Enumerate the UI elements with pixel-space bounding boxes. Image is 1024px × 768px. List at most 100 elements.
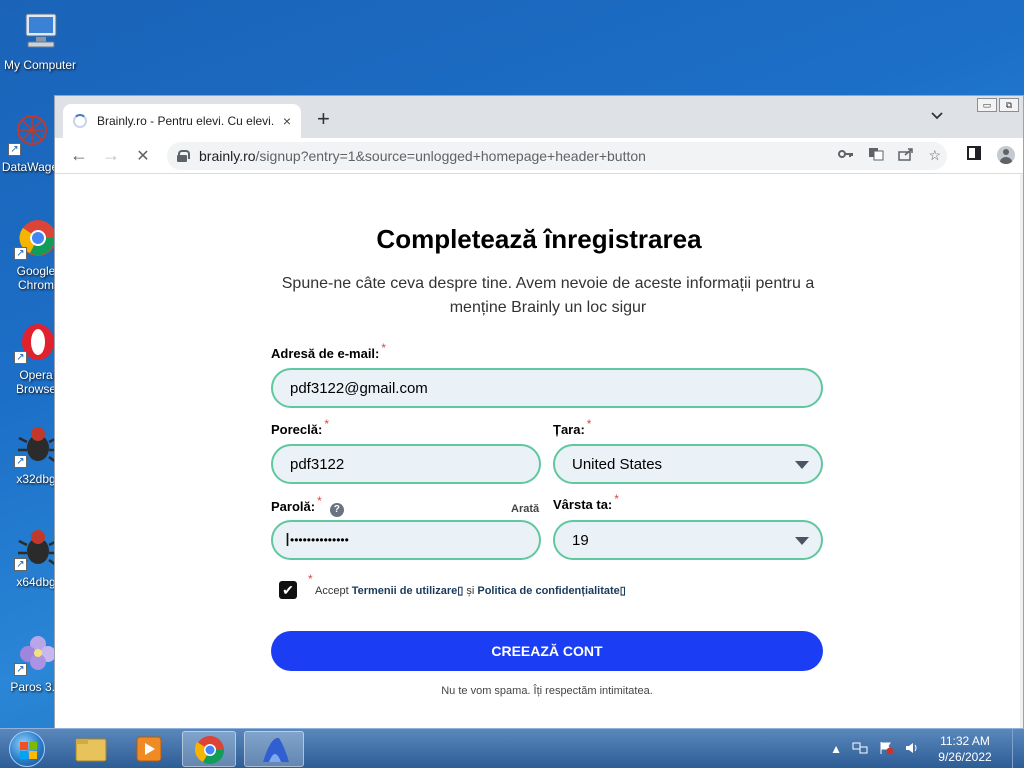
email-field[interactable]: pdf3122@gmail.com: [271, 368, 823, 408]
taskbar-chrome[interactable]: [182, 731, 236, 767]
volume-icon[interactable]: [904, 741, 920, 758]
shortcut-arrow-icon: ↗: [14, 558, 27, 571]
required-mark: *: [381, 341, 387, 355]
desktop-icon-label: DataWage: [1, 160, 59, 174]
age-select[interactable]: 19: [553, 520, 823, 560]
shortcut-arrow-icon: ↗: [14, 455, 27, 468]
help-question-icon[interactable]: ?: [329, 503, 344, 517]
chrome-icon: ↗: [14, 216, 58, 260]
bug-icon: ↗: [14, 424, 58, 468]
address-bar-actions: ☆: [838, 147, 941, 164]
url-host: brainly.ro: [199, 148, 256, 164]
opera-icon: ↗: [14, 320, 58, 364]
profile-avatar-icon[interactable]: [997, 146, 1015, 164]
datawage-icon: ↗: [8, 112, 52, 156]
shortcut-arrow-icon: ↗: [8, 143, 21, 156]
computer-icon: [18, 10, 62, 54]
terms-of-use-link[interactable]: Termenii de utilizare: [352, 585, 458, 597]
address-bar[interactable]: brainly.ro/signup?entry=1&source=unlogge…: [167, 142, 947, 170]
window-controls: ▭ ⧉: [977, 98, 1019, 112]
forward-arrow-icon[interactable]: →: [95, 145, 127, 166]
scrollbar[interactable]: [1020, 174, 1023, 728]
nickname-field[interactable]: pdf3122: [271, 444, 541, 484]
password-label: Parolă: *?: [271, 494, 344, 517]
tab-brainly[interactable]: Brainly.ro - Pentru elevi. Cu elevi. ×: [63, 104, 301, 138]
clock[interactable]: 11:32 AM 9/26/2022: [930, 733, 1000, 765]
minimize-button[interactable]: ▭: [977, 98, 997, 112]
show-password-link[interactable]: Arată: [511, 503, 539, 515]
app-icon: [263, 737, 289, 762]
back-arrow-icon[interactable]: ←: [63, 145, 95, 166]
folder-icon: [75, 738, 107, 762]
country-select[interactable]: United States: [553, 444, 823, 484]
required-mark: *: [317, 494, 322, 508]
taskbar-file-explorer[interactable]: [64, 731, 118, 767]
terms-text: Accept Termenii de utilizare ▯ și Politic…: [315, 584, 626, 597]
country-label-text: Țara:: [553, 422, 585, 437]
tab-title: Brainly.ro - Pentru elevi. Cu elevi.: [97, 114, 275, 128]
age-value: 19: [572, 531, 589, 549]
privacy-note: Nu te vom spama. Îți respectăm intimitat…: [441, 685, 653, 697]
shortcut-arrow-icon: ↗: [14, 663, 27, 676]
age-label: Vârsta ta: *: [553, 492, 619, 512]
text-cursor-icon: I: [285, 530, 291, 550]
nickname-value: pdf3122: [290, 455, 345, 473]
required-mark: *: [308, 572, 313, 586]
password-label-text: Parolă:: [271, 499, 316, 514]
country-label: Țara: *: [553, 417, 591, 437]
dropdown-arrow-icon: [795, 461, 809, 469]
flower-icon: ↗: [14, 632, 58, 676]
bookmark-star-icon[interactable]: ☆: [928, 147, 941, 164]
url-path: /signup?entry=1&source=unlogged+homepage…: [255, 148, 646, 164]
tab-strip: Brainly.ro - Pentru elevi. Cu elevi. × +…: [55, 96, 1023, 138]
start-button[interactable]: [4, 730, 50, 768]
stop-loading-icon[interactable]: ✕: [127, 146, 159, 166]
email-label-text: Adresă de e-mail:: [271, 346, 380, 361]
tab-close-icon[interactable]: ×: [283, 113, 291, 129]
required-mark: *: [324, 417, 329, 431]
translate-icon[interactable]: [868, 147, 884, 164]
tab-search-chevron-icon[interactable]: [931, 108, 943, 123]
nickname-label: Poreclă: *: [271, 417, 329, 437]
email-label: Adresă de e-mail: *: [271, 341, 386, 361]
age-label-text: Vârsta ta:: [553, 497, 613, 512]
taskbar-media-player[interactable]: [122, 731, 176, 767]
taskbar: ▲ 11:32 AM 9/26/2022: [0, 728, 1024, 768]
page-subtitle: Spune-ne câte ceva despre tine. Avem nev…: [281, 275, 815, 316]
loading-spinner-icon: [73, 114, 87, 128]
key-icon[interactable]: [838, 147, 854, 164]
side-panel-icon[interactable]: [967, 146, 981, 164]
password-value: ••••••••••••••: [290, 533, 349, 547]
privacy-policy-link[interactable]: Politica de confidențialitate: [477, 585, 619, 597]
external-link-icon: ▯: [619, 585, 626, 597]
lock-icon[interactable]: [177, 150, 190, 162]
new-tab-button[interactable]: +: [317, 106, 330, 132]
terms-prefix: Accept: [315, 585, 352, 597]
action-center-flag-icon[interactable]: [878, 741, 894, 758]
system-tray: ▲ 11:32 AM 9/26/2022: [830, 729, 1024, 768]
desktop-icon-label: My Computer: [3, 58, 77, 72]
nickname-label-text: Poreclă:: [271, 422, 323, 437]
restore-button[interactable]: ⧉: [999, 98, 1019, 112]
country-value: United States: [572, 455, 663, 473]
required-mark: *: [586, 417, 592, 431]
terms-and: și: [463, 585, 478, 597]
browser-toolbar: ← → ✕ brainly.ro/signup?entry=1&source=u…: [55, 138, 1023, 174]
shortcut-arrow-icon: ↗: [14, 247, 27, 260]
show-desktop-button[interactable]: [1012, 729, 1024, 768]
create-account-button[interactable]: CREEAZĂ CONT: [271, 631, 823, 671]
show-hidden-icons-icon[interactable]: ▲: [830, 742, 842, 756]
dropdown-arrow-icon: [795, 537, 809, 545]
page-content: Completează înregistrarea Spune-ne câte …: [55, 174, 1023, 728]
network-icon[interactable]: [852, 741, 868, 758]
share-icon[interactable]: [898, 147, 914, 164]
email-value: pdf3122@gmail.com: [290, 379, 428, 397]
media-player-icon: [136, 736, 162, 762]
desktop-icon-my-computer[interactable]: My Computer: [0, 10, 80, 72]
toolbar-right-actions: [967, 146, 1015, 164]
password-field[interactable]: I ••••••••••••••: [271, 520, 541, 560]
desktop-icon-datawage[interactable]: ↗ DataWage: [0, 112, 60, 174]
taskbar-app[interactable]: [244, 731, 304, 767]
shortcut-arrow-icon: ↗: [14, 351, 27, 364]
terms-checkbox[interactable]: ✔: [279, 581, 297, 599]
